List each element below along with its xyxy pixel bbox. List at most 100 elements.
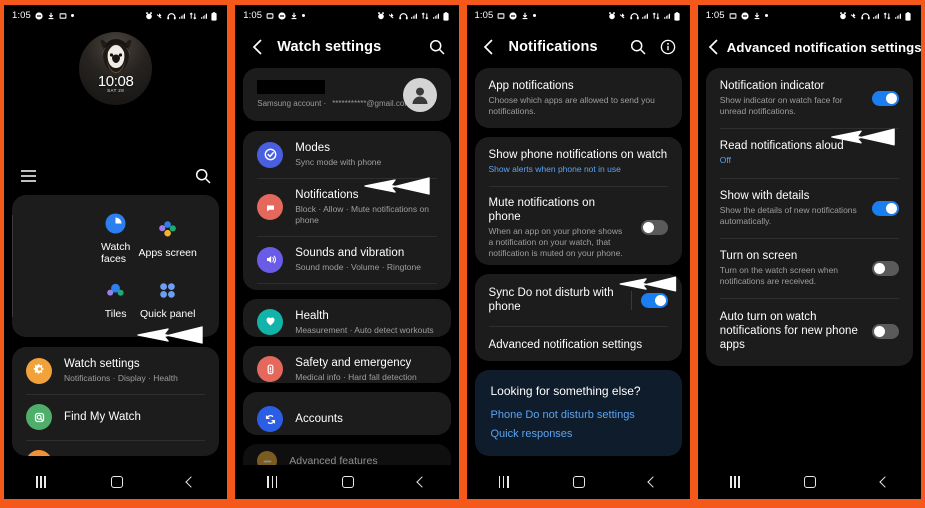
list-item-turn-on-screen[interactable]: Turn on screen Turn on the watch screen … [706,238,913,298]
watch-settings-card-3: Safety and emergency Medical info · Hard… [243,345,451,384]
search-icon[interactable] [427,37,447,57]
home-icon[interactable] [573,475,585,488]
recents-icon[interactable] [498,475,509,488]
advanced-features-icon [257,451,278,465]
system-navigation-bar [467,465,690,499]
recents-icon[interactable] [267,475,278,488]
list-item-sync-do-not-disturb[interactable]: Sync Do not disturb with phone [475,274,682,326]
list-item-text: Turn on screen Turn on the watch screen … [720,249,860,287]
notifications-card-3: Sync Do not disturb with phone Advanced … [474,274,682,361]
link-phone-do-not-disturb-settings[interactable]: Phone Do not disturb settings [491,409,666,421]
recents-icon[interactable] [36,476,47,488]
status-bar-left: 1:05 [706,10,768,21]
home-icon[interactable] [341,475,354,488]
list-item-safety-and-emergency[interactable]: Safety and emergency Medical info · Hard… [243,346,450,384]
toggle-show-with-details[interactable] [872,200,899,216]
back-icon[interactable] [647,476,660,488]
list-item-advanced-features[interactable]: Advanced features [243,444,450,465]
list-item-health[interactable]: Health Measurement · Auto detect workout… [243,299,450,337]
list-item-tips-and-user-manual[interactable]: Tips and user manual [12,440,219,456]
looking-for-heading: Looking for something else? [490,383,641,398]
back-chevron-icon[interactable] [479,37,499,57]
sync-icon [421,11,429,20]
link-quick-responses[interactable]: Quick responses [491,428,666,440]
list-item-subtitle: Show indicator on watch face for unread … [719,95,843,116]
status-bar-left: 1:05 [475,10,537,21]
watch-face-date: SAT 28 [107,88,125,93]
back-icon[interactable] [416,476,428,488]
back-icon[interactable] [879,476,891,488]
status-bar: 1:05 [4,5,227,26]
back-icon[interactable] [185,476,197,488]
list-item-show-with-details[interactable]: Show with details Show the details of ne… [706,178,913,238]
signal-icon [641,12,649,20]
home-icon[interactable] [110,476,123,488]
list-item-watch-settings[interactable]: Watch settings Notifications · Display ·… [12,347,219,394]
list-item-display[interactable]: Display Brightness · Always On Display [243,283,450,290]
list-item-text: Read notifications aloud Off [720,139,899,166]
hamburger-menu-icon[interactable] [20,169,37,188]
list-item-read-notifications-aloud[interactable]: Read notifications aloud Off [706,128,913,178]
list-item-modes[interactable]: Modes Sync mode with phone [243,131,450,178]
list-item-notifications[interactable]: Notifications Block · Allow · Mute notif… [243,178,450,236]
signal2-icon [894,12,902,20]
toggle-divider [630,290,632,310]
home-icon[interactable] [804,476,817,488]
info-circle-icon[interactable] [658,37,678,57]
list-item-advanced-notification-settings[interactable]: Advanced notification settings [475,326,682,361]
quick-tile-apps-screen[interactable]: Apps screen [116,205,219,272]
list-item-subtitle: Off [719,155,731,165]
toggle-turn-on-screen[interactable] [872,260,899,276]
list-item-text: Show phone notifications on watch Show a… [489,148,668,175]
list-item-app-notifications[interactable]: App notifications Choose which apps are … [475,68,682,128]
status-bar-right [839,11,913,21]
samsung-account-header[interactable]: Samsung account · ***********@gmail.com [243,68,451,121]
phone-screen-4-advanced-notification-settings: 1:05 Advanced notification settings Noti… [697,5,921,499]
watch-settings-card-5-partial: Advanced features [243,444,451,465]
watch-settings-card-1: Modes Sync mode with phone Notifications… [243,131,451,290]
back-chevron-icon[interactable] [708,37,719,57]
toggle-notification-indicator[interactable] [872,90,899,106]
recents-icon[interactable] [729,476,740,488]
find-watch-icon [26,404,52,430]
watch-face-preview-area[interactable]: 10:08 SAT 28 [4,26,227,161]
sync-icon [883,11,891,20]
account-meta: Samsung account · ***********@gmail.com [257,80,411,109]
list-item-subtitle: Show the details of new notifications au… [719,205,857,226]
list-item-notification-indicator[interactable]: Notification indicator Show indicator on… [706,68,913,128]
bluetooth-mute-icon [850,12,858,20]
download-icon [521,12,529,20]
signal-icon [872,12,880,20]
list-item-find-my-watch[interactable]: Find My Watch [12,394,219,440]
screenshot-strip: 1:05 10:08 SAT 28 Watch faces Apps scree… [0,0,925,508]
avatar[interactable] [402,77,437,112]
list-item-text: Find My Watch [64,410,205,424]
toggle-sync-do-not-disturb[interactable] [640,292,668,308]
search-icon[interactable] [628,37,648,57]
list-item-sounds-and-vibration[interactable]: Sounds and vibration Sound mode · Volume… [243,236,450,283]
list-item-show-phone-notifications-on-watch[interactable]: Show phone notifications on watch Show a… [475,137,682,186]
search-icon[interactable] [195,168,211,189]
download-icon [290,12,298,20]
list-item-title: Watch settings [64,358,140,370]
status-bar-left: 1:05 [12,10,74,21]
toggle-mute-notifications-on-phone[interactable] [640,219,668,235]
phone-screen-1-galaxy-wearable-home: 1:05 10:08 SAT 28 Watch faces Apps scree… [4,5,228,499]
back-chevron-icon[interactable] [247,37,267,57]
quick-tile-quick-panel[interactable]: Quick panel [116,272,219,327]
list-item-title: Mute notifications on phone [488,196,596,223]
list-item-mute-notifications-on-phone[interactable]: Mute notifications on phone When an app … [475,185,682,266]
list-item-title: Read notifications aloud [719,140,844,152]
list-item-auto-turn-on-watch-notifications[interactable]: Auto turn on watch notifications for new… [706,298,913,366]
watch-face-preview[interactable]: 10:08 SAT 28 [79,32,153,105]
phone-screen-2-watch-settings: 1:05 Watch settings Samsung account · **… [235,5,459,499]
alarm-icon [377,11,385,20]
alarm-icon [839,11,847,20]
list-item-text: Notifications Block · Allow · Mute notif… [295,188,436,226]
list-item-text: Auto turn on watch notifications for new… [720,310,860,352]
list-item-accounts[interactable]: Accounts [243,392,450,435]
status-bar-left: 1:05 [243,10,306,21]
toggle-auto-turn-on-watch-notifications[interactable] [872,323,899,339]
accounts-sync-icon [257,406,284,433]
notifications-bell-icon [257,194,284,220]
